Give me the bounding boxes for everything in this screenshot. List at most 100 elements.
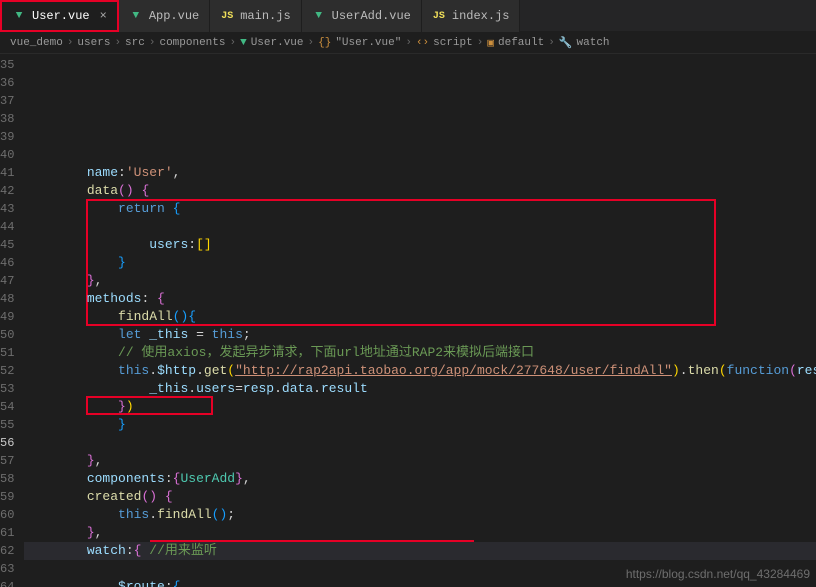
tab-index-js[interactable]: JS index.js <box>422 0 521 32</box>
breadcrumb-label: users <box>77 37 110 49</box>
token: , <box>173 165 181 180</box>
code-line[interactable]: methods: { <box>24 290 816 308</box>
line-number: 58 <box>0 470 14 488</box>
token <box>24 543 86 558</box>
code-line[interactable]: watch:{ //用来监听 <box>24 542 816 560</box>
token: { <box>188 309 196 324</box>
line-number: 57 <box>0 452 14 470</box>
code-line[interactable]: findAll(){ <box>24 308 816 326</box>
code-line[interactable]: }, <box>24 452 816 470</box>
breadcrumb-item[interactable]: vue_demo <box>10 37 63 49</box>
token: get <box>204 363 227 378</box>
token: let <box>118 327 141 342</box>
token: ) <box>126 183 134 198</box>
token: : <box>118 165 126 180</box>
vue-icon: ▼ <box>312 10 326 22</box>
tab-user-vue[interactable]: ▼ User.vue × <box>0 0 119 32</box>
close-icon[interactable]: × <box>100 9 107 23</box>
line-number: 38 <box>0 110 14 128</box>
breadcrumb-sep: › <box>405 37 412 49</box>
line-number: 39 <box>0 128 14 146</box>
breadcrumb-item[interactable]: ▣default <box>487 36 544 50</box>
token <box>24 489 86 504</box>
token: resp <box>797 363 816 378</box>
token: this <box>212 327 243 342</box>
token: // 使用axios，发起异步请求，下面url地址通过RAP2来模拟后端接口 <box>118 345 534 360</box>
line-number: 44 <box>0 218 14 236</box>
code-line[interactable]: data() { <box>24 182 816 200</box>
code-line[interactable]: }) <box>24 398 816 416</box>
code-line[interactable]: created() { <box>24 488 816 506</box>
token: methods <box>87 291 142 306</box>
breadcrumb-item[interactable]: 🔧watch <box>559 36 610 50</box>
breadcrumb-sep: › <box>548 37 555 49</box>
token: : <box>165 579 173 587</box>
code-line[interactable]: } <box>24 254 816 272</box>
token: ) <box>126 399 134 414</box>
code-line[interactable]: _this.users=resp.data.result <box>24 380 816 398</box>
code-line[interactable]: } <box>24 416 816 434</box>
breadcrumb-sep: › <box>477 37 484 49</box>
token: ] <box>204 237 212 252</box>
code-area[interactable]: name:'User', data() { return { users:[] … <box>24 54 816 587</box>
code-line[interactable]: return { <box>24 200 816 218</box>
line-number: 62 <box>0 542 14 560</box>
token: . <box>313 381 321 396</box>
breadcrumb-item[interactable]: src <box>125 37 145 49</box>
tab-label: User.vue <box>32 9 90 23</box>
code-line[interactable]: }, <box>24 272 816 290</box>
token <box>24 201 118 216</box>
token: ( <box>118 183 126 198</box>
tab-label: UserAdd.vue <box>332 9 411 23</box>
breadcrumb-item[interactable]: {}"User.vue" <box>318 37 401 49</box>
token: components <box>87 471 165 486</box>
tab-main-js[interactable]: JS main.js <box>210 0 301 32</box>
code-line[interactable]: name:'User', <box>24 164 816 182</box>
token: : <box>165 471 173 486</box>
code-line[interactable]: }, <box>24 524 816 542</box>
breadcrumb-item[interactable]: ▼User.vue <box>240 37 303 49</box>
token: . <box>196 363 204 378</box>
breadcrumb-sep: › <box>149 37 156 49</box>
code-line[interactable]: this.findAll(); <box>24 506 816 524</box>
breadcrumb-label: vue_demo <box>10 37 63 49</box>
code-line[interactable]: // 使用axios，发起异步请求，下面url地址通过RAP2来模拟后端接口 <box>24 344 816 362</box>
token <box>157 489 165 504</box>
token: { <box>141 183 149 198</box>
token: this <box>118 507 149 522</box>
token: : <box>188 237 196 252</box>
breadcrumb-item[interactable]: users <box>77 37 110 49</box>
code-line[interactable]: users:[] <box>24 236 816 254</box>
vue-icon: ▼ <box>240 37 247 49</box>
breadcrumb-label: components <box>159 37 225 49</box>
line-number: 59 <box>0 488 14 506</box>
tab-useradd-vue[interactable]: ▼ UserAdd.vue <box>302 0 422 32</box>
token: $http <box>157 363 196 378</box>
token: ; <box>243 327 251 342</box>
tab-app-vue[interactable]: ▼ App.vue <box>119 0 210 32</box>
code-line[interactable]: this.$http.get("http://rap2api.taobao.or… <box>24 362 816 380</box>
token: this <box>118 363 149 378</box>
token <box>24 309 118 324</box>
breadcrumb-item[interactable]: components <box>159 37 225 49</box>
breadcrumb-item[interactable]: ‹›script <box>416 37 473 49</box>
line-number: 53 <box>0 380 14 398</box>
breadcrumb-sep: › <box>114 37 121 49</box>
line-number: 42 <box>0 182 14 200</box>
code-line[interactable] <box>24 218 816 236</box>
token: { <box>165 489 173 504</box>
vue-icon: ▼ <box>12 10 26 22</box>
breadcrumb-label: "User.vue" <box>335 37 401 49</box>
code-editor[interactable]: 3536373839404142434445464748495051525354… <box>0 54 816 587</box>
token: } <box>118 417 126 432</box>
vue-icon: ▼ <box>129 10 143 22</box>
line-number: 43 <box>0 200 14 218</box>
token: created <box>87 489 142 504</box>
code-line[interactable]: components:{UserAdd}, <box>24 470 816 488</box>
token: { <box>173 201 181 216</box>
line-number: 45 <box>0 236 14 254</box>
code-line[interactable]: let _this = this; <box>24 326 816 344</box>
token: result <box>321 381 368 396</box>
code-line[interactable] <box>24 434 816 452</box>
line-number: 40 <box>0 146 14 164</box>
